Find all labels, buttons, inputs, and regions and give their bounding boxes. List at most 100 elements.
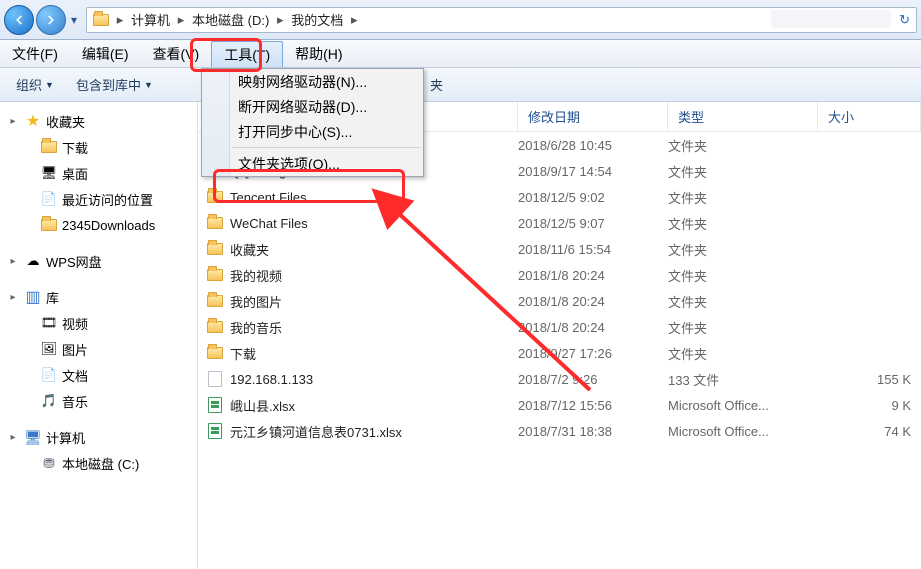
file-date: 2018/12/5 9:02 — [518, 190, 668, 205]
excel-icon — [206, 422, 224, 440]
refresh-button[interactable]: ↻ — [899, 12, 910, 28]
file-name: 下载 — [230, 344, 256, 363]
file-list: 2018/6/28 10:45 文件夹 QQPCMgr2018/9/17 14:… — [198, 132, 921, 444]
tree-recent[interactable]: ▸📄最近访问的位置 — [0, 186, 197, 212]
menu-open-sync-center[interactable]: 打开同步中心(S)... — [202, 119, 423, 144]
menu-bar: 文件(F) 编辑(E) 查看(V) 工具(T) 帮助(H) — [0, 40, 921, 68]
desktop-icon: 🖥 — [40, 164, 58, 182]
folder-icon — [206, 292, 224, 310]
tree-libraries[interactable]: ▸▥库 — [0, 284, 197, 310]
tree-favorites[interactable]: ▸★收藏夹 — [0, 108, 197, 134]
tree-documents[interactable]: ▸📄文档 — [0, 362, 197, 388]
breadcrumb-separator[interactable]: ▸ — [174, 12, 188, 28]
tree-label: 库 — [46, 288, 59, 307]
file-date: 2018/6/28 10:45 — [518, 138, 668, 153]
file-type: 133 文件 — [668, 370, 818, 389]
file-date: 2018/7/31 18:38 — [518, 424, 668, 439]
tree-computer[interactable]: ▸🖥计算机 — [0, 424, 197, 450]
menu-folder-options[interactable]: 文件夹选项(O)... — [202, 151, 423, 176]
folder-icon — [206, 344, 224, 362]
table-row[interactable]: 下载 2018/9/27 17:26文件夹 — [198, 340, 921, 366]
breadcrumb-separator[interactable]: ▸ — [347, 12, 361, 28]
breadcrumb-item[interactable]: 本地磁盘 (D:) — [188, 10, 273, 29]
table-row[interactable]: WeChat Files2018/12/5 9:07文件夹 — [198, 210, 921, 236]
documents-icon: 📄 — [40, 366, 58, 384]
menu-view[interactable]: 查看(V) — [141, 40, 212, 67]
file-type: 文件夹 — [668, 266, 818, 285]
address-bar-row: ▾ ▸ 计算机 ▸ 本地磁盘 (D:) ▸ 我的文档 ▸ ↻ — [0, 0, 921, 40]
include-in-library-button[interactable]: 包含到库中 ▼ — [68, 72, 161, 97]
file-name: 我的音乐 — [230, 318, 282, 337]
menu-map-network-drive[interactable]: 映射网络驱动器(N)... — [202, 69, 423, 94]
menu-disconnect-network-drive[interactable]: 断开网络驱动器(D)... — [202, 94, 423, 119]
tree-pictures[interactable]: ▸🖼图片 — [0, 336, 197, 362]
folder-icon — [206, 318, 224, 336]
file-name: 峨山县.xlsx — [230, 396, 295, 415]
file-type: 文件夹 — [668, 344, 818, 363]
tree-wps[interactable]: ▸☁WPS网盘 — [0, 248, 197, 274]
table-row[interactable]: 元江乡镇河道信息表0731.xlsx2018/7/31 18:38Microso… — [198, 418, 921, 444]
breadcrumb-item[interactable]: 计算机 — [127, 10, 174, 29]
table-row[interactable]: 我的图片2018/1/8 20:24文件夹 — [198, 288, 921, 314]
folder-icon — [206, 240, 224, 258]
tree-music[interactable]: ▸🎵音乐 — [0, 388, 197, 414]
table-row[interactable]: 我的视频2018/1/8 20:24文件夹 — [198, 262, 921, 288]
tree-label: 计算机 — [46, 428, 85, 447]
file-size: 9 K — [818, 398, 921, 413]
table-row[interactable]: 192.168.1.1332018/7/2 9:26133 文件155 K — [198, 366, 921, 392]
video-icon: 🎞 — [40, 314, 58, 332]
tree-label: 收藏夹 — [46, 112, 85, 131]
menu-help[interactable]: 帮助(H) — [283, 40, 354, 67]
menu-edit[interactable]: 编辑(E) — [70, 40, 141, 67]
computer-icon: 🖥 — [24, 428, 42, 446]
excel-icon — [206, 396, 224, 414]
tree-label: 2345Downloads — [62, 218, 155, 233]
column-date[interactable]: 修改日期 — [518, 102, 668, 131]
file-type: 文件夹 — [668, 188, 818, 207]
share-suffix-fragment: 夹 — [430, 75, 443, 94]
folder-icon — [206, 214, 224, 232]
title-ghost — [771, 10, 891, 28]
organize-button[interactable]: 组织 ▼ — [8, 72, 62, 97]
table-row[interactable]: 我的音乐2018/1/8 20:24文件夹 — [198, 314, 921, 340]
menu-tools[interactable]: 工具(T) — [211, 41, 283, 67]
tree-label: 图片 — [62, 340, 88, 359]
breadcrumb-item[interactable]: 我的文档 — [287, 10, 347, 29]
file-date: 2018/9/27 17:26 — [518, 346, 668, 361]
navigation-pane[interactable]: ▸★收藏夹 ▸下载 ▸🖥桌面 ▸📄最近访问的位置 ▸2345Downloads … — [0, 102, 198, 569]
tree-label: 桌面 — [62, 164, 88, 183]
column-size[interactable]: 大小 — [818, 102, 921, 131]
tree-label: 最近访问的位置 — [62, 190, 153, 209]
file-size: 74 K — [818, 424, 921, 439]
menu-file[interactable]: 文件(F) — [0, 40, 70, 67]
tree-label: 下载 — [62, 138, 88, 157]
file-name: 192.168.1.133 — [230, 372, 313, 387]
star-icon: ★ — [24, 112, 42, 130]
tree-downloads[interactable]: ▸下载 — [0, 134, 197, 160]
folder-icon — [206, 188, 224, 206]
forward-button[interactable] — [36, 5, 66, 35]
table-row[interactable]: Tencent Files2018/12/5 9:02文件夹 — [198, 184, 921, 210]
file-name: 元江乡镇河道信息表0731.xlsx — [230, 422, 402, 441]
file-name: WeChat Files — [230, 216, 308, 231]
folder-icon — [92, 11, 110, 29]
tree-desktop[interactable]: ▸🖥桌面 — [0, 160, 197, 186]
file-date: 2018/7/2 9:26 — [518, 372, 668, 387]
file-icon — [206, 370, 224, 388]
file-name: 收藏夹 — [230, 240, 269, 259]
tree-2345downloads[interactable]: ▸2345Downloads — [0, 212, 197, 238]
nav-history-dropdown[interactable]: ▾ — [68, 5, 80, 35]
tree-disk-c[interactable]: ▸⛃本地磁盘 (C:) — [0, 450, 197, 476]
library-icon: ▥ — [24, 288, 42, 306]
tree-videos[interactable]: ▸🎞视频 — [0, 310, 197, 336]
pictures-icon: 🖼 — [40, 340, 58, 358]
breadcrumb-separator[interactable]: ▸ — [113, 12, 127, 28]
table-row[interactable]: 收藏夹2018/11/6 15:54文件夹 — [198, 236, 921, 262]
breadcrumb-separator[interactable]: ▸ — [273, 12, 287, 28]
column-type[interactable]: 类型 — [668, 102, 818, 131]
table-row[interactable]: 峨山县.xlsx2018/7/12 15:56Microsoft Office.… — [198, 392, 921, 418]
file-date: 2018/1/8 20:24 — [518, 320, 668, 335]
file-type: 文件夹 — [668, 136, 818, 155]
back-button[interactable] — [4, 5, 34, 35]
cloud-icon: ☁ — [24, 252, 42, 270]
